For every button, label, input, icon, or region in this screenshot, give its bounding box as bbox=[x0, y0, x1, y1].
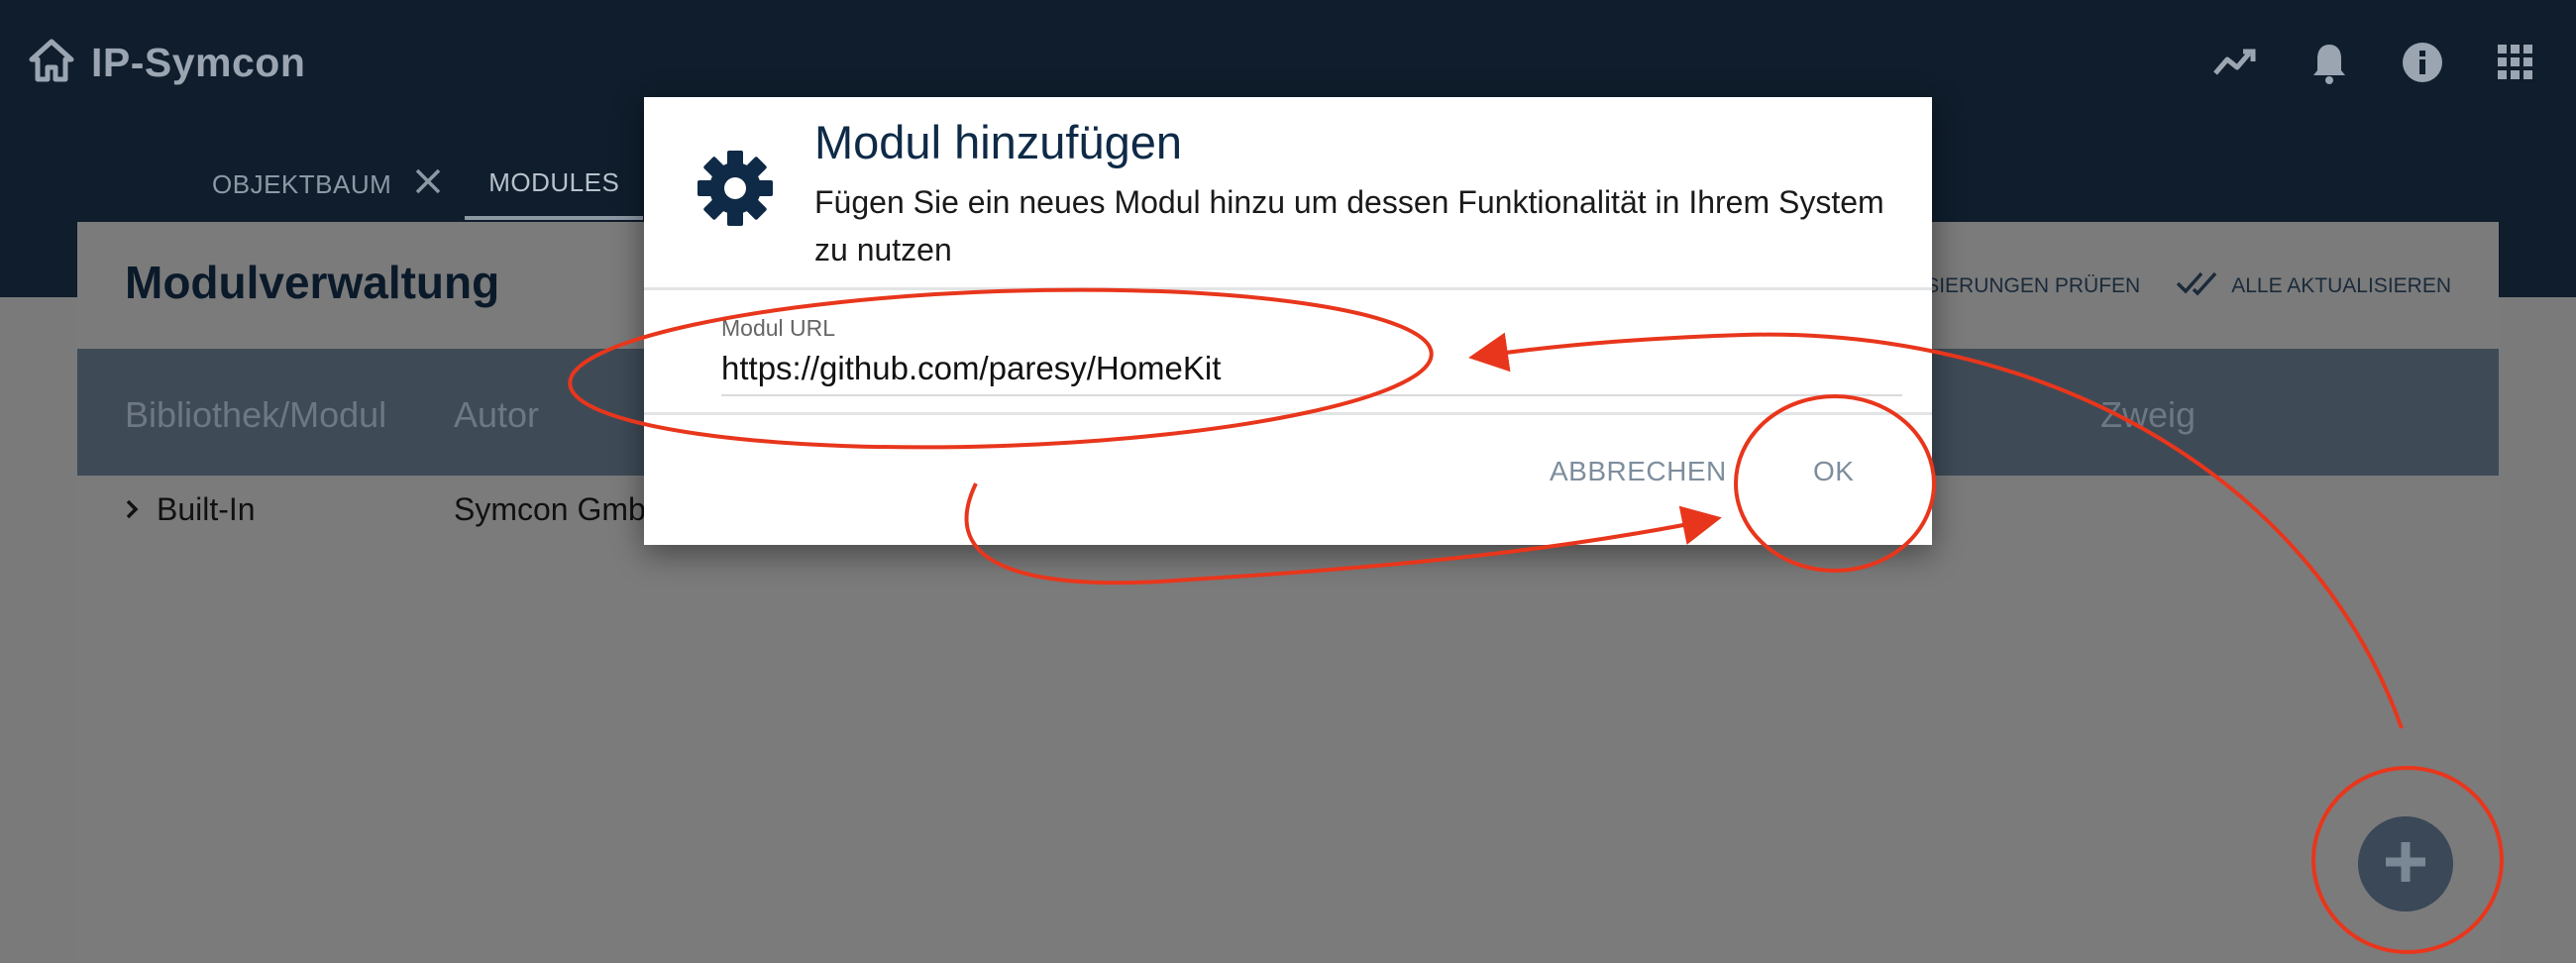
close-icon[interactable] bbox=[415, 168, 441, 201]
dialog-description: Fügen Sie ein neues Modul hinzu um desse… bbox=[814, 184, 1884, 268]
divider bbox=[644, 412, 1932, 415]
cancel-button[interactable]: ABBRECHEN bbox=[1550, 456, 1727, 487]
update-all-label: ALLE AKTUALISIEREN bbox=[2231, 274, 2451, 297]
trend-icon[interactable] bbox=[2213, 40, 2259, 85]
module-url-input[interactable] bbox=[721, 343, 1902, 396]
column-header-library[interactable]: Bibliothek/Modul bbox=[125, 394, 386, 436]
add-module-dialog: Modul hinzufügen Fügen Sie ein neues Mod… bbox=[644, 97, 1932, 545]
update-all-button[interactable]: ALLE AKTUALISIEREN bbox=[2176, 269, 2451, 303]
column-header-branch[interactable]: Zweig bbox=[2100, 394, 2196, 436]
gear-icon bbox=[696, 149, 775, 233]
chevron-right-icon[interactable] bbox=[125, 491, 139, 528]
tab-modules[interactable]: MODULES bbox=[465, 149, 644, 220]
tab-bar: OBJEKTBAUM MODULES bbox=[188, 149, 644, 220]
tab-label: OBJEKTBAUM bbox=[212, 168, 392, 199]
double-check-icon bbox=[2176, 269, 2221, 303]
divider bbox=[644, 287, 1932, 290]
bell-icon[interactable] bbox=[2307, 40, 2352, 85]
app-logo[interactable]: IP-Symcon bbox=[28, 38, 305, 88]
info-icon[interactable] bbox=[2400, 40, 2445, 85]
author-name: Symcon GmbH bbox=[454, 491, 669, 527]
apps-grid-icon[interactable] bbox=[2493, 40, 2538, 85]
tab-objektbaum[interactable]: OBJEKTBAUM bbox=[188, 149, 465, 220]
home-icon bbox=[28, 38, 75, 88]
tab-label: MODULES bbox=[488, 166, 620, 197]
ok-button[interactable]: OK bbox=[1813, 456, 1854, 487]
column-header-author[interactable]: Autor bbox=[454, 394, 539, 436]
page-title: Modulverwaltung bbox=[125, 257, 500, 308]
module-url-label: Modul URL bbox=[721, 315, 836, 341]
dialog-title: Modul hinzufügen bbox=[814, 116, 1183, 168]
app-title: IP-Symcon bbox=[91, 40, 306, 85]
table-row[interactable]: Built-In bbox=[125, 491, 256, 528]
add-module-fab[interactable] bbox=[2358, 816, 2453, 911]
library-name: Built-In bbox=[157, 491, 256, 527]
plus-icon bbox=[2382, 838, 2429, 891]
top-icon-bar bbox=[2213, 40, 2538, 85]
